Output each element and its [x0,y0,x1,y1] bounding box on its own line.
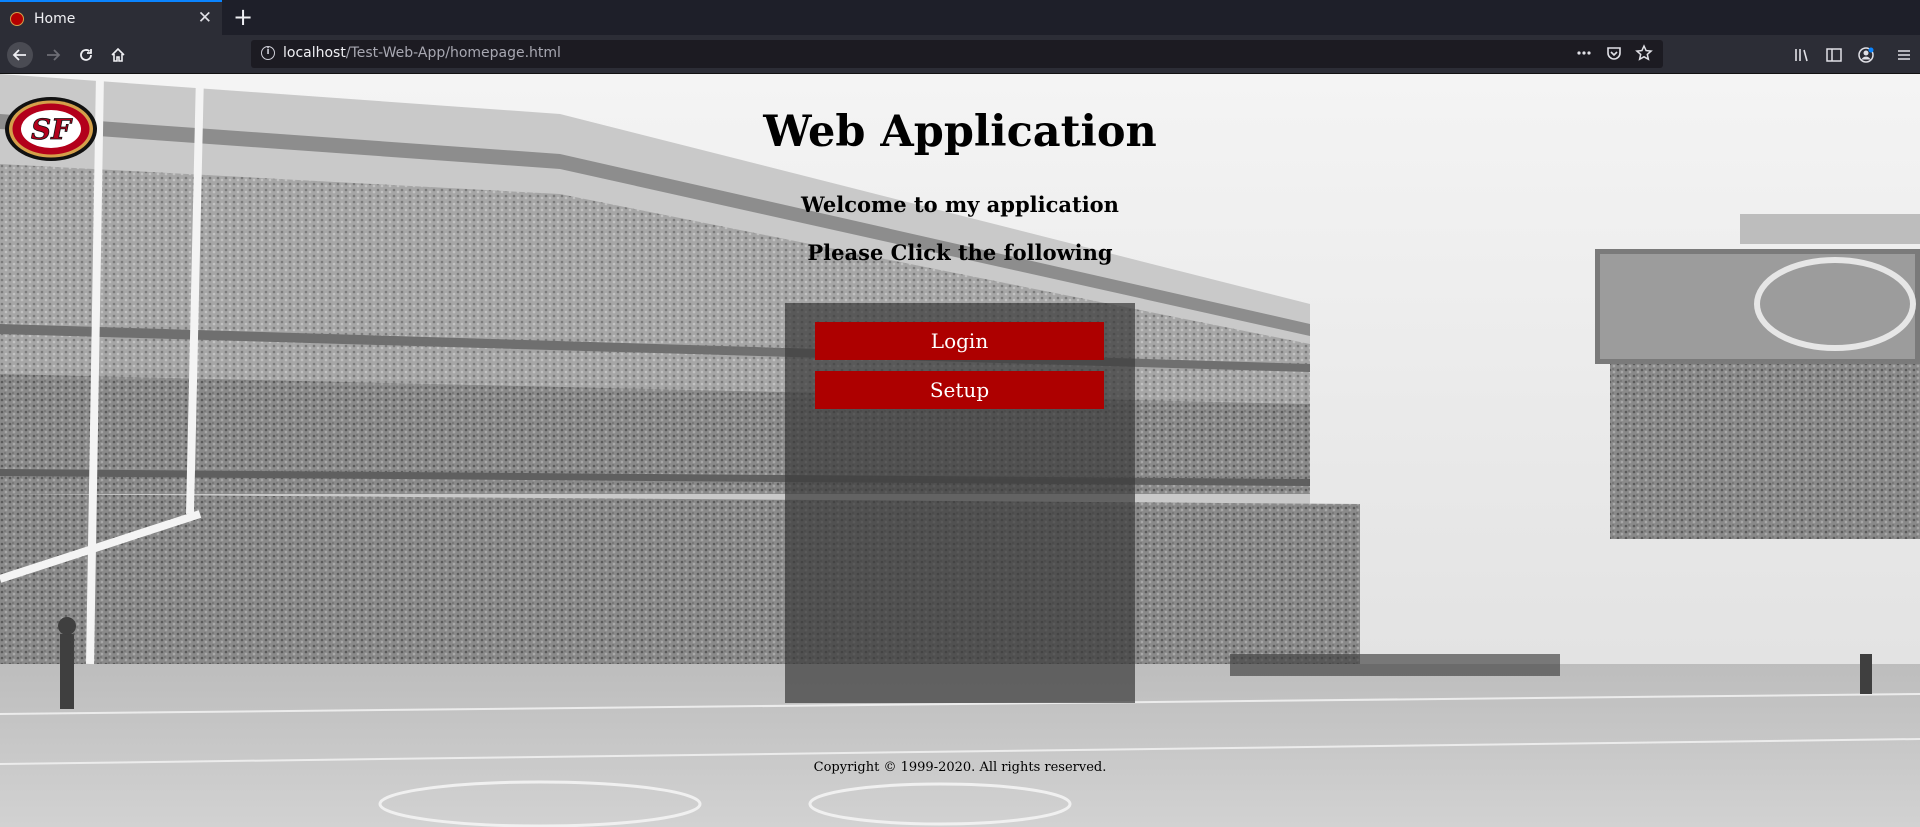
sidebar-icon [1826,48,1842,62]
page-title: Web Application [763,107,1157,157]
address-bar[interactable]: i localhost/Test-Web-App/homepage.html [251,40,1663,68]
reload-icon [80,49,92,61]
welcome-message: Welcome to my application [801,192,1119,217]
page-actions-menu-icon[interactable] [1575,44,1593,62]
library-button[interactable] [1786,41,1818,69]
new-tab-button[interactable]: + [230,4,256,30]
login-button[interactable]: Login [815,322,1104,360]
bookmark-star-icon[interactable] [1635,44,1653,62]
navigation-toolbar: i localhost/Test-Web-App/homepage.html [0,35,1920,74]
menu-panel: Login Setup [785,303,1135,703]
copyright-footer: Copyright © 1999-2020. All rights reserv… [813,760,1107,775]
url-path: /Test-Web-App/homepage.html [345,45,561,61]
favicon-icon [10,11,24,26]
home-button[interactable] [104,41,132,69]
site-info-icon[interactable]: i [261,46,275,60]
back-button[interactable] [6,41,34,69]
url-host: localhost [283,45,346,61]
tab-home[interactable]: Home ✕ [0,0,222,35]
hamburger-menu-icon [1898,50,1910,60]
account-button[interactable] [1850,41,1882,69]
tab-strip: Home ✕ + [0,0,1920,35]
url-text[interactable]: localhost/Test-Web-App/homepage.html [283,45,561,61]
close-tab-icon[interactable]: ✕ [198,10,212,27]
reload-button[interactable] [72,41,100,69]
account-icon [1858,47,1874,63]
tab-title: Home [34,10,76,27]
instruction-text: Please Click the following [807,240,1113,265]
forward-arrow-icon [47,49,61,61]
pocket-icon[interactable] [1605,44,1623,62]
setup-button[interactable]: Setup [815,371,1104,409]
sidebar-button[interactable] [1818,41,1850,69]
library-icon [1795,49,1808,62]
page-viewport: SF Web Application Welcome to my applica… [0,74,1920,827]
back-arrow-icon [7,42,33,68]
home-icon [111,47,125,62]
menu-button[interactable] [1888,41,1920,69]
forward-button[interactable] [39,41,67,69]
